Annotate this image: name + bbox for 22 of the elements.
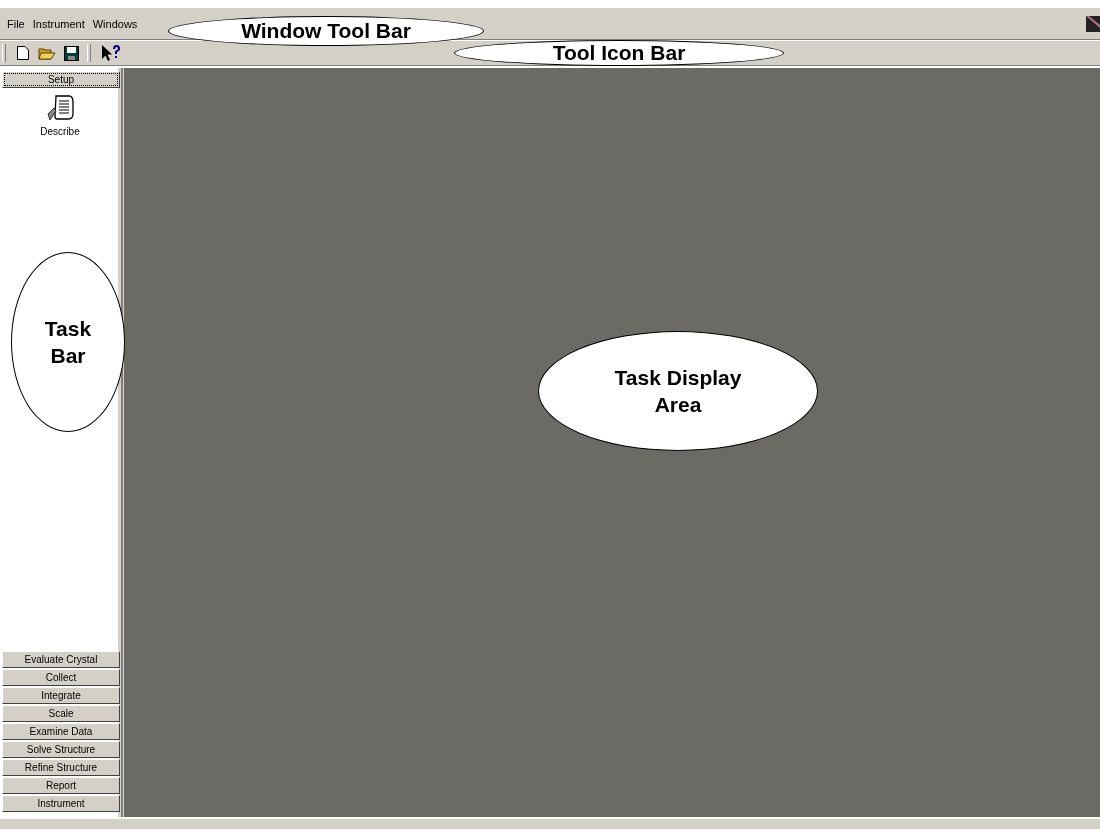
logo-icon [1086,15,1100,32]
task-button[interactable]: Refine Structure [2,759,120,776]
menu-item[interactable]: Instrument [32,17,85,30]
new-file-icon[interactable] [16,45,30,61]
toolbar-grip[interactable] [87,44,91,62]
task-button[interactable]: Examine Data [2,723,120,740]
help-pointer-icon[interactable] [101,44,121,62]
task-button[interactable]: Evaluate Crystal [2,651,120,668]
callout-label: Tool Icon Bar [454,40,784,66]
menu-item[interactable]: File [7,17,25,30]
callout-label: Window Tool Bar [168,16,484,46]
task-button[interactable]: Instrument [2,795,120,812]
task-button[interactable]: Report [2,777,120,794]
task-button[interactable]: Solve Structure [2,741,120,758]
task-button[interactable]: Scale [2,705,120,722]
task-button[interactable]: Integrate [2,687,120,704]
task-button[interactable]: Collect [2,669,120,686]
menu-item[interactable]: Windows [92,17,138,30]
toolbar-grip[interactable] [2,44,6,62]
setup-button[interactable]: Setup [2,71,120,88]
open-folder-icon[interactable] [38,45,56,61]
task-label[interactable]: Describe [40,126,80,137]
